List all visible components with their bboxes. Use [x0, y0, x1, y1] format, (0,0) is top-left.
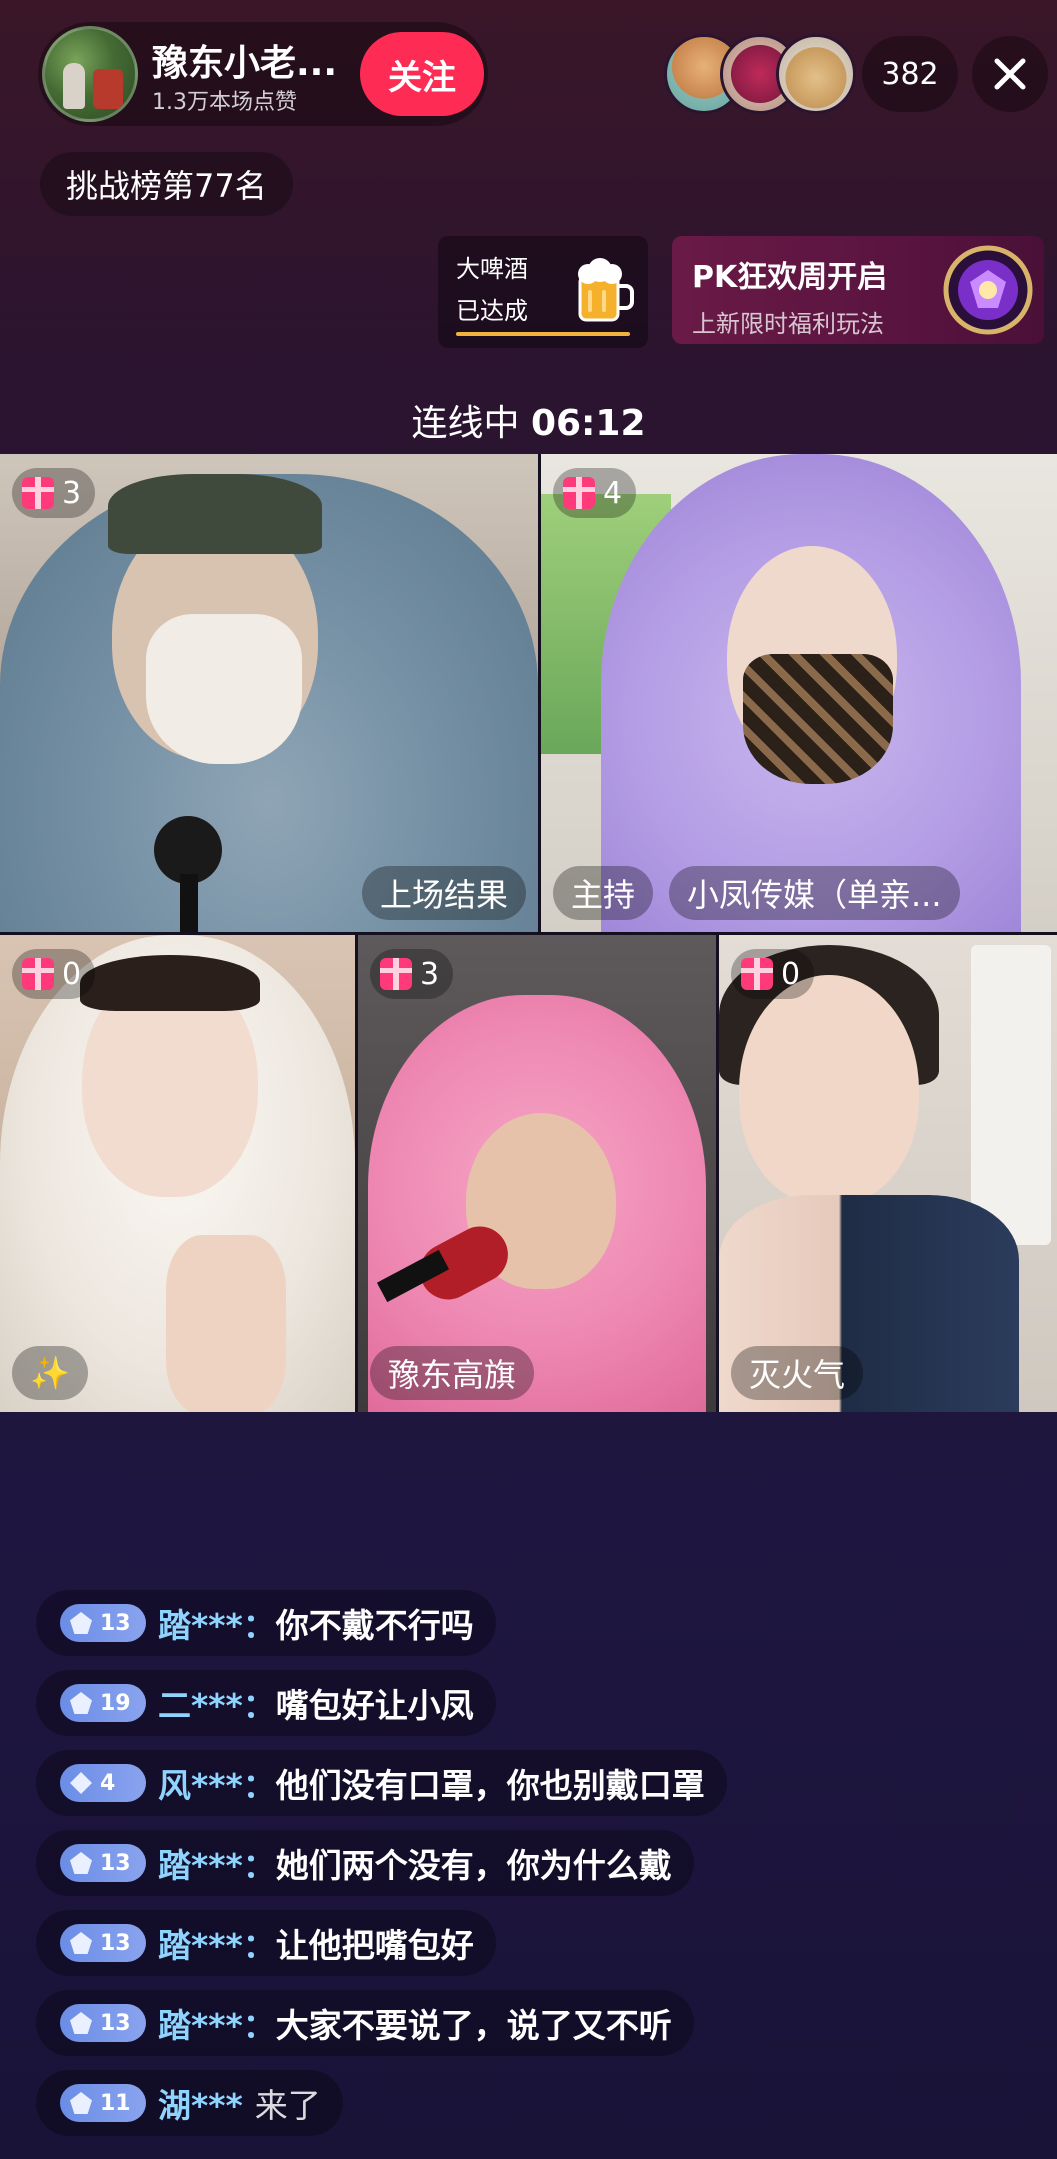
- connection-time: 06:12: [530, 403, 646, 444]
- chat-message[interactable]: 13 踏***： 让他把嘴包好: [36, 1910, 496, 1976]
- chat-username[interactable]: 风***：: [158, 1759, 276, 1807]
- video-grid: 3 上场结果 4 主持 小凤传媒（单亲... 0 ✨ 3 豫东高旗 0 灭火气: [0, 454, 1057, 1412]
- chat-message[interactable]: 13 踏***： 你不戴不行吗: [36, 1590, 496, 1656]
- video-tile-guest-4[interactable]: 0 灭火气: [719, 935, 1057, 1412]
- chat-username[interactable]: 踏***：: [158, 1839, 276, 1887]
- chat-message[interactable]: 19 二***： 嘴包好让小凤: [36, 1670, 496, 1736]
- viewer-count[interactable]: 382: [862, 36, 958, 112]
- beer-mug-icon: [578, 258, 634, 322]
- user-level-badge: 11: [60, 2084, 146, 2122]
- gift-counter[interactable]: 0: [731, 949, 815, 999]
- gift-counter[interactable]: 3: [370, 949, 454, 999]
- join-text: 来了: [254, 2086, 321, 2125]
- level-gem-icon: [70, 2092, 92, 2114]
- task-card[interactable]: 大啤酒 已达成: [438, 236, 648, 348]
- user-level-badge: 19: [60, 1684, 146, 1722]
- gift-counter[interactable]: 3: [12, 468, 96, 518]
- host-name[interactable]: 豫东小老...: [152, 34, 337, 86]
- chat-text: 大家不要说了，说了又不听: [275, 2006, 672, 2045]
- guest-name-tag[interactable]: 豫东高旗: [370, 1346, 535, 1400]
- gift-count: 3: [62, 475, 82, 511]
- level-gem-icon: [70, 2012, 92, 2034]
- host-like-count: 1.3万本场点赞: [152, 90, 297, 115]
- gift-count: 4: [603, 475, 623, 511]
- top-viewer-avatars[interactable]: [664, 34, 856, 114]
- connection-timer: 连线中 06:12: [0, 394, 1057, 446]
- gift-count: 0: [62, 956, 82, 992]
- chat-username[interactable]: 二***：: [158, 1679, 276, 1727]
- chat-username[interactable]: 湖***: [158, 2079, 243, 2127]
- video-tile-guest-2[interactable]: 0 ✨: [0, 935, 355, 1412]
- gift-counter[interactable]: 4: [553, 468, 637, 518]
- chat-username[interactable]: 踏***：: [158, 1599, 276, 1647]
- chat-message[interactable]: 13 踏***： 大家不要说了，说了又不听: [36, 1990, 694, 2056]
- user-level-badge: 13: [60, 2004, 146, 2042]
- level-gem-icon: [70, 1932, 92, 1954]
- user-level-badge: 13: [60, 1924, 146, 1962]
- top-bar: 豫东小老... 1.3万本场点赞 关注 382: [0, 0, 1057, 150]
- chat-text: 你不戴不行吗: [275, 1606, 474, 1645]
- task-progress-bar: [456, 332, 630, 336]
- gift-count: 3: [420, 956, 440, 992]
- viewer-avatar[interactable]: [776, 34, 856, 114]
- level-diamond-icon: [70, 1772, 92, 1794]
- chat-text: 让他把嘴包好: [275, 1926, 474, 1965]
- level-gem-icon: [70, 1612, 92, 1634]
- host-role-tag: 主持: [553, 866, 654, 920]
- user-level-badge: 13: [60, 1844, 146, 1882]
- gift-box-icon: [563, 477, 595, 509]
- video-tile-host[interactable]: 4 主持 小凤传媒（单亲...: [541, 454, 1057, 932]
- gift-count: 0: [781, 956, 801, 992]
- user-level-badge: 4: [60, 1764, 146, 1802]
- gift-box-icon: [22, 958, 54, 990]
- follow-button[interactable]: 关注: [360, 32, 484, 116]
- gift-counter[interactable]: 0: [12, 949, 96, 999]
- level-gem-icon: [70, 1692, 92, 1714]
- close-icon: [994, 58, 1026, 90]
- chat-join-notice[interactable]: 11 湖*** 来了: [36, 2070, 343, 2136]
- gift-box-icon: [380, 958, 412, 990]
- video-tile-guest-3[interactable]: 3 豫东高旗: [358, 935, 716, 1412]
- chat-text: 她们两个没有，你为什么戴: [275, 1846, 672, 1885]
- gift-box-icon: [741, 958, 773, 990]
- chat-username[interactable]: 踏***：: [158, 1999, 276, 2047]
- video-tile-guest-1[interactable]: 3 上场结果: [0, 454, 538, 932]
- chat-text: 他们没有口罩，你也别戴口罩: [275, 1766, 705, 1805]
- close-button[interactable]: [972, 36, 1048, 112]
- guest-name-tag[interactable]: ✨: [12, 1346, 88, 1400]
- user-level-badge: 13: [60, 1604, 146, 1642]
- chat-text: 嘴包好让小凤: [275, 1686, 474, 1725]
- chat-message[interactable]: 4 风***： 他们没有口罩，你也别戴口罩: [36, 1750, 727, 1816]
- chat-message[interactable]: 13 踏***： 她们两个没有，你为什么戴: [36, 1830, 694, 1896]
- guest-name-tag[interactable]: 上场结果: [361, 866, 526, 920]
- gift-box-icon: [22, 477, 54, 509]
- chat-username[interactable]: 踏***：: [158, 1919, 276, 1967]
- host-name-tag[interactable]: 小凤传媒（单亲...: [669, 866, 960, 920]
- guest-name-tag[interactable]: 灭火气: [731, 1346, 864, 1400]
- pk-medal-icon: [943, 245, 1033, 335]
- challenge-rank-badge[interactable]: 挑战榜第77名: [40, 152, 293, 216]
- host-avatar[interactable]: [42, 26, 138, 122]
- pk-promo-banner[interactable]: PK狂欢周开启 上新限时福利玩法: [672, 236, 1044, 344]
- level-gem-icon: [70, 1852, 92, 1874]
- connection-label: 连线中: [411, 403, 520, 444]
